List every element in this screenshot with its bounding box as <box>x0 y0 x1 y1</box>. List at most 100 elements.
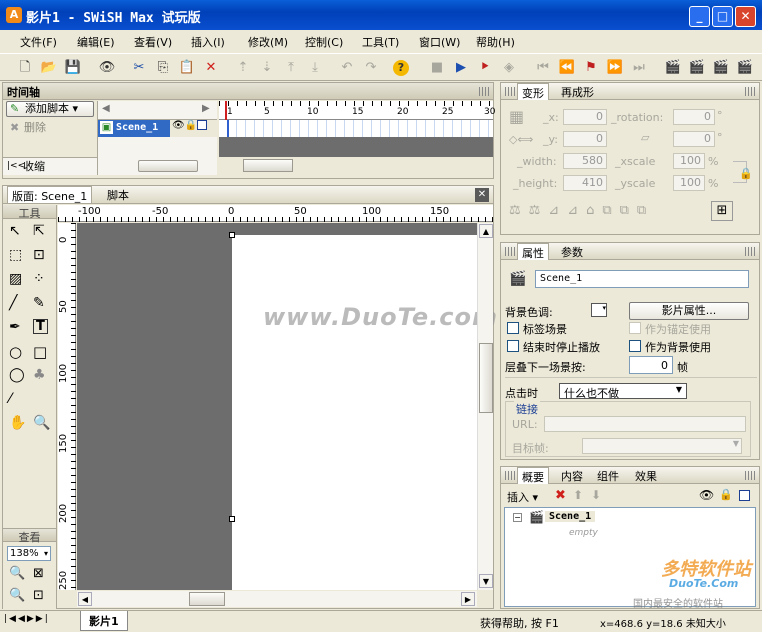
play-effect-icon[interactable]: ◈ <box>500 59 518 77</box>
use-as-background-checkbox[interactable] <box>629 340 641 352</box>
frames-scroll-thumb[interactable] <box>243 159 293 172</box>
menu-help[interactable]: 帮助(H) <box>476 34 515 50</box>
transform-icon[interactable]: ⊡ <box>33 247 45 263</box>
scroll-right-icon[interactable]: ▶ <box>461 592 475 606</box>
zoom-select[interactable]: 138% ▾ <box>7 546 51 561</box>
paste-icon[interactable]: 📋 <box>178 59 196 77</box>
insert-sprite-icon[interactable]: 🎬 <box>736 59 754 77</box>
panel-menu-icon[interactable] <box>745 471 755 480</box>
rectangle-icon[interactable]: □ <box>33 343 47 361</box>
anchor-grid-icon[interactable]: ▦ <box>509 107 524 126</box>
target-select[interactable]: ▼ <box>582 438 742 454</box>
collapse-button[interactable]: |<< 收缩 <box>3 157 97 175</box>
tab-parameters[interactable]: 参数 <box>557 243 587 260</box>
reset-transform-icon[interactable]: ⊞ <box>711 201 733 221</box>
panel-menu-icon[interactable] <box>479 87 489 96</box>
tree-scene-node[interactable]: Scene_1 <box>545 511 596 522</box>
yscale-field[interactable]: 100 <box>673 175 705 191</box>
frames-scrollbar[interactable] <box>219 157 493 175</box>
visibility-icon[interactable]: 👁 <box>699 488 714 502</box>
move-up-icon[interactable]: ⬆ <box>573 488 583 502</box>
handle-top-left[interactable] <box>229 232 235 238</box>
tab-effects[interactable]: 效果 <box>631 467 661 484</box>
delete-icon[interactable]: ✕ <box>202 59 220 77</box>
stage-vscrollbar[interactable]: ▲ ▼ <box>477 223 493 590</box>
image-icon[interactable]: ▨ <box>9 271 22 287</box>
add-script-button[interactable]: ✎ 添加脚本 ▾ <box>6 101 94 117</box>
last-frame-icon[interactable]: ⏭ <box>630 59 648 77</box>
scroll-down-icon[interactable]: ▼ <box>479 574 493 588</box>
menu-window[interactable]: 窗口(W) <box>419 34 460 50</box>
movie-properties-button[interactable]: 影片属性... <box>629 302 749 320</box>
menu-modify[interactable]: 修改(M) <box>248 34 288 50</box>
move-up-icon[interactable]: ⇡ <box>234 59 252 77</box>
layer-row-scene[interactable]: ▣ Scene_1 👁🔒 <box>98 120 218 137</box>
scroll-left-icon[interactable]: ◀ <box>78 592 92 606</box>
copy-icon[interactable]: ⎘ <box>154 59 172 77</box>
tab-properties[interactable]: 属性 <box>517 243 549 260</box>
play-timeline-icon[interactable]: ⯈ <box>476 59 494 77</box>
rotation-field[interactable]: 0 <box>673 109 715 125</box>
move-top-icon[interactable]: ⤒ <box>282 59 300 77</box>
stage-vscroll-thumb[interactable] <box>479 343 493 413</box>
move-bottom-icon[interactable]: ⤓ <box>306 59 324 77</box>
subselect-icon[interactable]: ⇱ <box>33 223 45 239</box>
panel-menu-icon[interactable] <box>745 87 755 96</box>
xscale-field[interactable]: 100 <box>673 153 705 169</box>
move-down-icon[interactable]: ⇣ <box>258 59 276 77</box>
zoom-icon[interactable]: 🔍 <box>33 415 50 431</box>
visibility-icon[interactable]: 👁 <box>172 120 185 131</box>
transform-buttons[interactable]: ⚖⚖⊿⊿⌂⧉⧉⧉ <box>509 203 654 218</box>
next-scene-field[interactable]: 0 <box>629 356 673 374</box>
save-icon[interactable]: 💾 <box>64 59 82 77</box>
zoom-actual-icon[interactable]: ⊡ <box>33 588 44 603</box>
scene-name-input[interactable]: Scene_1 <box>535 270 749 288</box>
menu-insert[interactable]: 插入(I) <box>191 34 225 50</box>
insert-dropdown[interactable]: 插入 ▾ <box>507 489 538 505</box>
pencil-icon[interactable]: ✎ <box>33 295 45 311</box>
tab-script[interactable]: 脚本 <box>103 186 133 203</box>
url-input[interactable] <box>544 416 746 432</box>
width-field[interactable]: 580 <box>563 153 607 169</box>
autoshape-icon[interactable]: ◯ <box>9 367 25 383</box>
y-field[interactable]: 0 <box>563 131 607 147</box>
lock-icon[interactable]: 🔒 <box>185 120 197 131</box>
menu-file[interactable]: 文件(F) <box>20 34 57 50</box>
playhead[interactable] <box>225 101 227 120</box>
minimize-button[interactable]: _ <box>689 6 710 27</box>
pen-icon[interactable]: ✒ <box>9 319 21 335</box>
zoom-fit-icon[interactable]: ⊠ <box>33 566 44 581</box>
tab-content[interactable]: 内容 <box>557 467 587 484</box>
new-icon[interactable]: 🗋 <box>16 59 34 77</box>
undo-icon[interactable]: ↶ <box>338 59 356 77</box>
height-field[interactable]: 410 <box>563 175 607 191</box>
tab-reshape[interactable]: 再成形 <box>557 83 598 100</box>
movie-tab[interactable]: 影片1 <box>80 611 128 631</box>
x-field[interactable]: 0 <box>563 109 607 125</box>
lock-icon[interactable]: 🔒 <box>719 488 733 501</box>
delete-icon[interactable]: ✖ <box>555 488 566 503</box>
close-button[interactable]: ✕ <box>735 6 756 27</box>
handle-mid-left[interactable] <box>229 516 235 522</box>
redo-icon[interactable]: ↷ <box>362 59 380 77</box>
stage-canvas[interactable]: www.DuoTe.com <box>77 223 497 590</box>
stage-hscroll-thumb[interactable] <box>189 592 225 606</box>
marker-icon[interactable]: ⚑ <box>582 59 600 77</box>
outline-toggle[interactable] <box>197 120 208 130</box>
scroll-up-icon[interactable]: ▲ <box>479 224 493 238</box>
zoom-out-icon[interactable]: 🔍 <box>9 588 25 603</box>
select-icon[interactable]: ↖ <box>9 223 21 239</box>
help-icon[interactable]: ? <box>393 60 409 76</box>
node-icon[interactable]: ⁘ <box>33 271 45 287</box>
maximize-button[interactable]: □ <box>712 6 733 27</box>
menu-control[interactable]: 控制(C) <box>305 34 343 50</box>
tab-transform[interactable]: 变形 <box>517 83 549 100</box>
delete-script-button[interactable]: ✖ 删除 <box>6 120 94 136</box>
preview-icon[interactable]: 👁 <box>98 59 116 77</box>
menu-tools[interactable]: 工具(T) <box>362 34 399 50</box>
stop-at-end-checkbox[interactable] <box>507 340 519 352</box>
insert-button-icon[interactable]: 🎬 <box>712 59 730 77</box>
tab-components[interactable]: 组件 <box>593 467 623 484</box>
menu-edit[interactable]: 编辑(E) <box>77 34 115 50</box>
first-frame-icon[interactable]: ⏮ <box>534 59 552 77</box>
